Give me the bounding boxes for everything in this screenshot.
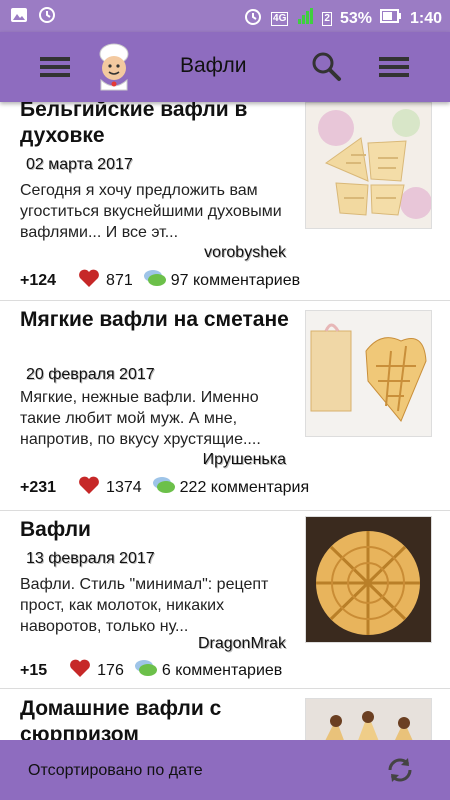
page-title: Вафли bbox=[180, 54, 247, 77]
signal-icon bbox=[296, 7, 314, 30]
battery-icon bbox=[379, 7, 402, 30]
comments-count[interactable]: 6 комментариев bbox=[162, 662, 282, 680]
clock: 1:40 bbox=[409, 9, 442, 27]
likes-count: 871 bbox=[106, 271, 133, 289]
recipe-date: 02 марта 2017 bbox=[26, 156, 133, 173]
recipe-stats: +124 871 97 комментариев bbox=[20, 268, 300, 293]
sim-indicator: 2 bbox=[322, 11, 332, 26]
recipe-photo[interactable] bbox=[305, 310, 432, 437]
recipe-card[interactable]: Вафли 13 февраля 2017 Вафли. Стиль "мини… bbox=[0, 510, 450, 689]
comment-icon[interactable] bbox=[152, 475, 176, 500]
recipe-stats: +231 1374 222 комментария bbox=[20, 475, 309, 500]
recipe-card[interactable]: Мягкие вафли на сметане 20 февраля 2017 … bbox=[0, 300, 450, 511]
hamburger-menu-icon[interactable] bbox=[36, 47, 76, 87]
recipe-stats: +15 176 6 комментариев bbox=[20, 658, 282, 683]
recipe-title: Бельгийские вафли в духовке bbox=[20, 102, 248, 147]
recipe-date: 20 февраля 2017 bbox=[26, 366, 155, 383]
recipe-photo[interactable] bbox=[305, 516, 432, 643]
recipe-author[interactable]: vorobyshek bbox=[204, 244, 286, 262]
comment-icon[interactable] bbox=[134, 658, 158, 683]
sort-label[interactable]: Отсортировано по дате bbox=[28, 762, 203, 780]
recipe-photo[interactable] bbox=[305, 102, 432, 229]
recipe-card[interactable]: Домашние вафли с сюрпризом bbox=[0, 688, 450, 740]
list-menu-icon[interactable] bbox=[374, 47, 414, 87]
recipe-description: Сегодня я хочу предложить вам угоститься… bbox=[20, 182, 282, 241]
likes-count: 1374 bbox=[106, 478, 142, 496]
comments-count[interactable]: 97 комментариев bbox=[171, 272, 300, 290]
network-type: 4G bbox=[271, 11, 289, 26]
recipe-author[interactable]: Ирушенька bbox=[203, 451, 286, 469]
search-icon[interactable] bbox=[306, 47, 346, 87]
rating-count: +15 bbox=[20, 661, 48, 679]
sync-icon bbox=[38, 6, 56, 29]
status-bar: 4G 2 53% 1:40 bbox=[0, 0, 450, 32]
heart-icon[interactable] bbox=[69, 658, 91, 683]
recipe-list[interactable]: Бельгийские вафли в духовке 02 марта 201… bbox=[0, 102, 450, 740]
chef-logo bbox=[91, 42, 137, 92]
comments-count[interactable]: 222 комментария bbox=[180, 479, 310, 497]
app-toolbar: Вафли bbox=[0, 32, 450, 102]
recipe-author[interactable]: DragonMrak bbox=[198, 635, 286, 653]
comment-icon[interactable] bbox=[143, 268, 167, 293]
recipe-title: Мягкие вафли на сметане bbox=[20, 308, 289, 331]
gallery-icon bbox=[10, 6, 28, 29]
heart-icon[interactable] bbox=[78, 268, 100, 293]
battery-level: 53% bbox=[339, 9, 372, 27]
heart-icon[interactable] bbox=[78, 475, 100, 500]
sort-bar: Отсортировано по дате bbox=[0, 740, 450, 800]
refresh-icon[interactable] bbox=[384, 754, 416, 786]
rating-count: +231 bbox=[20, 478, 57, 496]
rating-count: +124 bbox=[20, 271, 57, 289]
alarm-icon bbox=[243, 6, 263, 31]
recipe-title: Вафли bbox=[20, 518, 91, 541]
recipe-photo[interactable] bbox=[305, 698, 432, 740]
recipe-description: Мягкие, нежные вафли. Именно такие любит… bbox=[20, 389, 261, 448]
recipe-title: Домашние вафли с сюрпризом bbox=[20, 697, 222, 740]
recipe-card[interactable]: Бельгийские вафли в духовке 02 марта 201… bbox=[0, 102, 450, 301]
likes-count: 176 bbox=[97, 661, 124, 679]
recipe-date: 13 февраля 2017 bbox=[26, 550, 155, 567]
recipe-description: Вафли. Стиль "минимал": рецепт прост, ка… bbox=[20, 576, 269, 635]
